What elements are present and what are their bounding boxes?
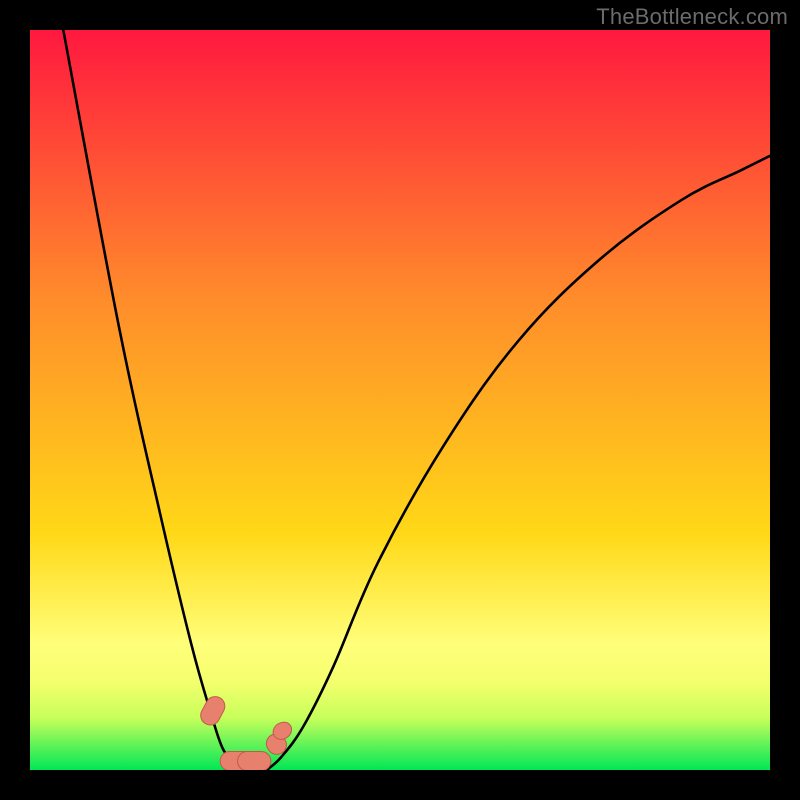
chart-frame: TheBottleneck.com (0, 0, 800, 800)
plot-area (30, 30, 770, 770)
watermark-text: TheBottleneck.com (596, 4, 788, 30)
curve-marker (238, 752, 271, 771)
gradient-background (30, 30, 770, 770)
bottleneck-chart (30, 30, 770, 770)
